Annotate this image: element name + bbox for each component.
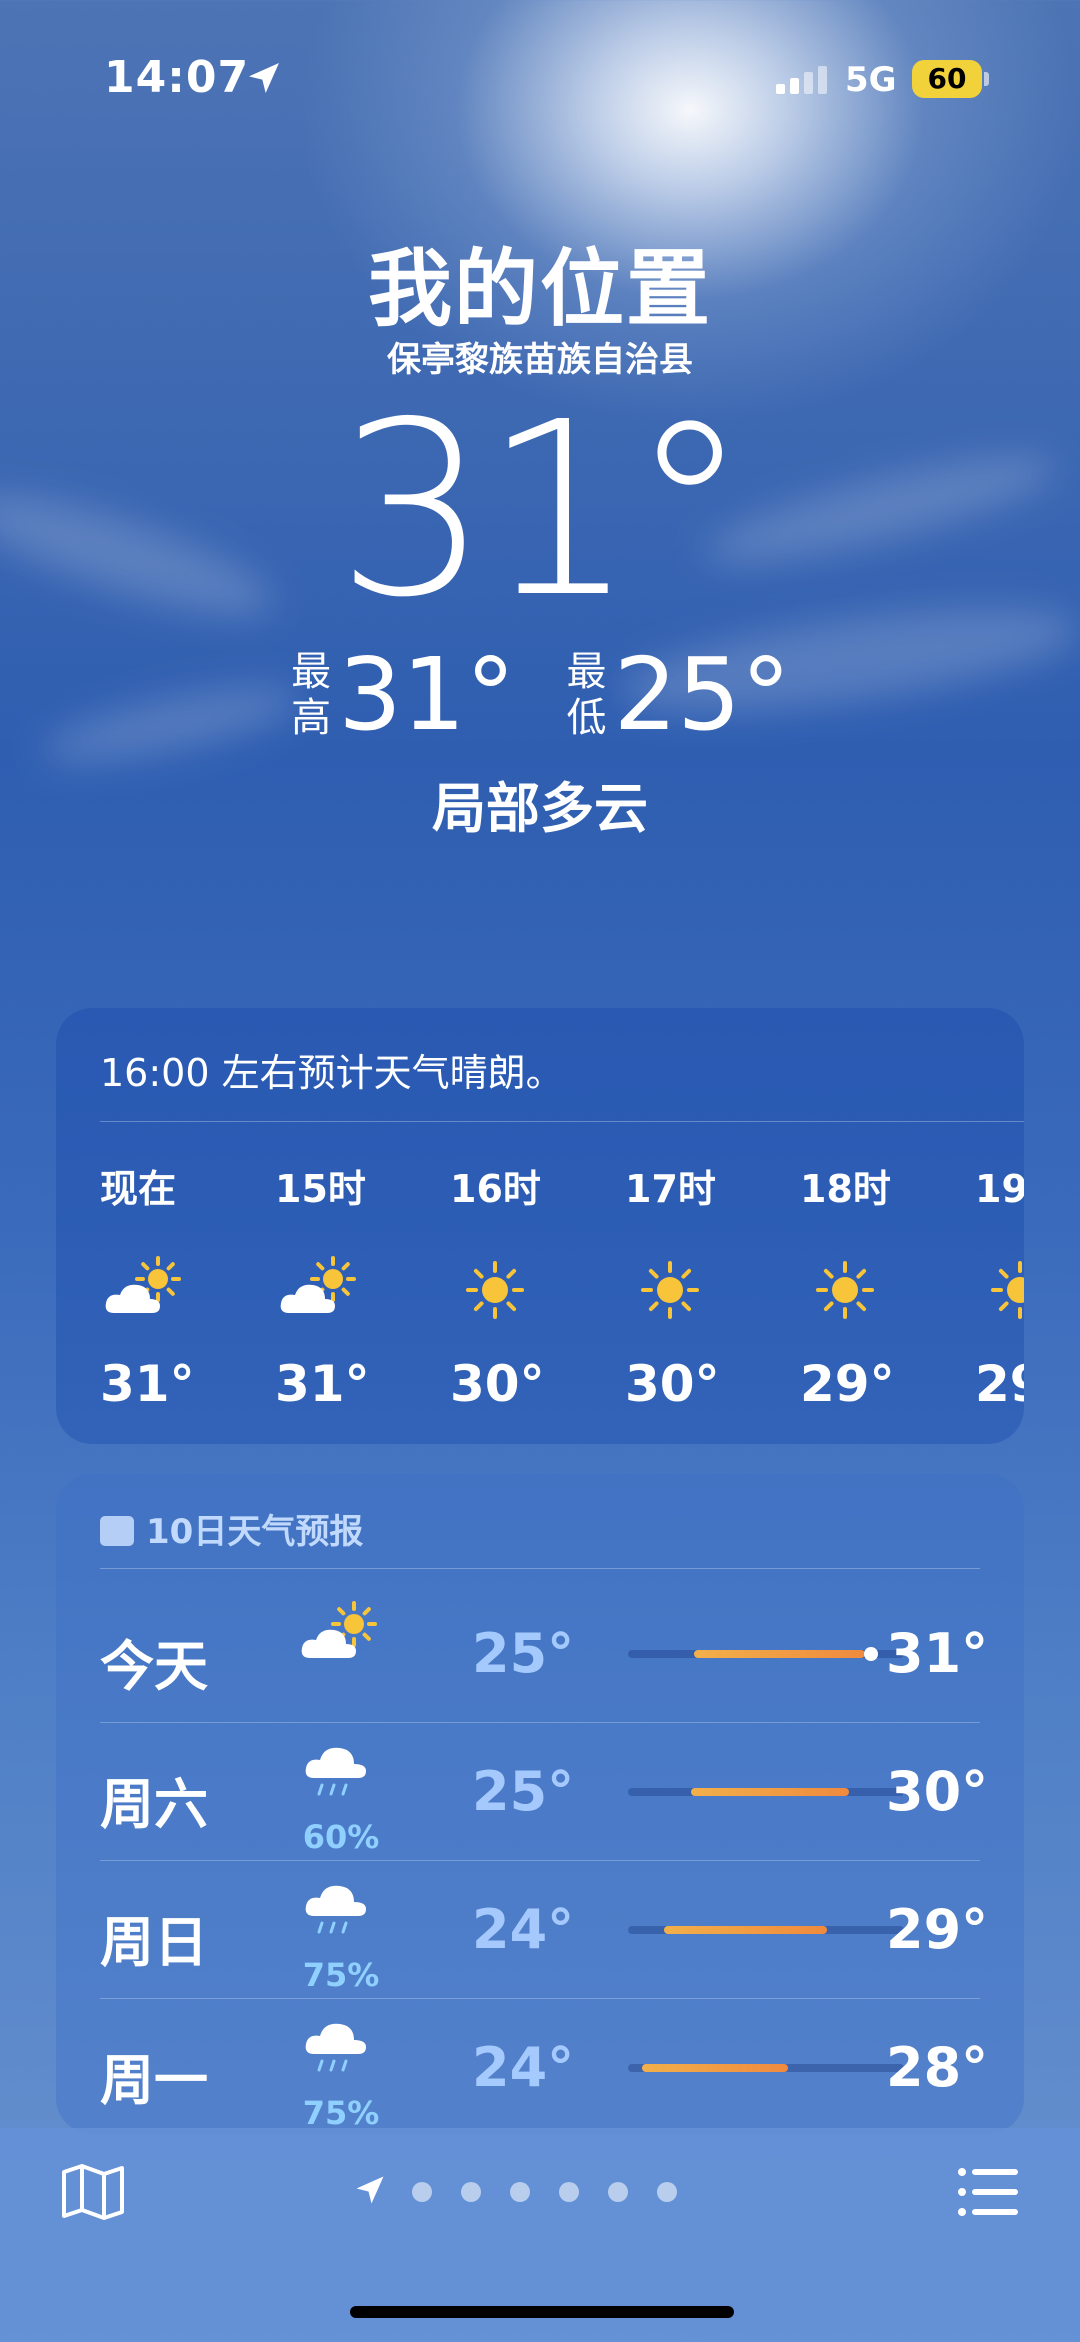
hour-item: 19时 29 xyxy=(975,1158,1024,1413)
current-temp-dot xyxy=(863,1647,878,1661)
temp-range-bar xyxy=(628,1926,904,1934)
day-low: 24° xyxy=(472,1898,575,1961)
hour-item: 18时 29° xyxy=(800,1158,950,1413)
divider xyxy=(100,1568,980,1569)
day-row[interactable]: 周一 75% 24° 28° xyxy=(56,1998,988,2134)
day-row[interactable]: 周日 75% 24° 29° xyxy=(56,1860,988,1998)
hour-time: 15时 xyxy=(275,1167,366,1211)
hour-item: 现在 31° xyxy=(100,1158,250,1413)
day-low: 24° xyxy=(472,2036,575,2099)
hour-time: 16时 xyxy=(450,1167,541,1211)
hour-temp: 30° xyxy=(625,1355,720,1413)
day-name: 周日 xyxy=(100,1911,208,1974)
hour-temp: 31° xyxy=(100,1355,195,1413)
low-temperature: 25° xyxy=(613,636,791,753)
temp-range-bar xyxy=(628,2064,904,2072)
network-type: 5G xyxy=(845,60,897,100)
page-dot[interactable] xyxy=(461,2182,481,2202)
rain-cloud-icon xyxy=(305,2023,366,2072)
hour-time: 18时 xyxy=(800,1167,891,1211)
location-arrow-icon xyxy=(249,63,279,93)
sun-icon xyxy=(816,1261,874,1319)
partly-sunny-icon xyxy=(301,1601,377,1658)
day-low: 25° xyxy=(472,1760,575,1823)
current-temperature: 31° xyxy=(336,370,749,650)
hour-temp: 29 xyxy=(975,1355,1024,1413)
page-dot[interactable] xyxy=(510,2182,530,2202)
sun-icon xyxy=(641,1261,699,1319)
temp-range-fill xyxy=(691,1788,849,1796)
hour-temp: 30° xyxy=(450,1355,545,1413)
daily-header-label: 10日天气预报 xyxy=(146,1512,364,1552)
high-temperature: 31° xyxy=(338,636,516,753)
daily-forecast-card[interactable]: 10日天气预报 今天 25° 31° 周六 60% 25° 30° 周日 75% 24° 29° 周一… xyxy=(56,1474,1024,2134)
day-name: 周六 xyxy=(100,1773,208,1836)
temp-range-bar xyxy=(628,1788,904,1796)
sun-icon xyxy=(991,1261,1024,1319)
precip-chance: 75% xyxy=(302,2094,380,2132)
current-condition: 局部多云 xyxy=(432,777,648,840)
low-label: 最低 xyxy=(566,649,607,741)
clock: 14:07 xyxy=(104,52,250,103)
day-name: 今天 xyxy=(100,1635,208,1698)
daily-header: 10日天气预报 xyxy=(100,1504,363,1553)
hour-temp: 29° xyxy=(800,1355,895,1413)
current-location-icon[interactable] xyxy=(352,2172,388,2208)
calendar-icon xyxy=(100,1515,134,1546)
temp-range-fill xyxy=(641,2064,789,2072)
hour-item: 15时 31° xyxy=(275,1158,425,1413)
partly-sunny-icon xyxy=(280,1256,356,1313)
day-high: 30° xyxy=(886,1760,989,1823)
map-icon[interactable] xyxy=(60,2162,126,2222)
home-indicator[interactable] xyxy=(350,2306,734,2318)
hour-item: 17时 30° xyxy=(625,1158,775,1413)
day-row[interactable]: 周六 60% 25° 30° xyxy=(56,1722,988,1860)
hour-item: 16时 30° xyxy=(450,1158,600,1413)
hourly-summary: 16:00 左右预计天气晴朗。 xyxy=(100,1051,564,1095)
location-title: 我的位置 xyxy=(367,240,712,338)
list-icon[interactable] xyxy=(956,2164,1020,2220)
hourly-list[interactable]: 现在 31° 15时 31° 16时 30° 17时 30° 18时 29° 19时 29 xyxy=(100,1158,1024,1418)
temp-range-fill xyxy=(663,1926,827,1934)
day-high: 31° xyxy=(886,1622,989,1685)
sun-icon xyxy=(466,1261,524,1319)
divider xyxy=(100,1121,1024,1122)
day-high: 28° xyxy=(886,2036,989,2099)
day-row[interactable]: 今天 25° 31° xyxy=(56,1584,988,1722)
hour-temp: 31° xyxy=(275,1355,370,1413)
hourly-forecast-card[interactable]: 16:00 左右预计天气晴朗。 现在 31° 15时 31° 16时 30° 17时 30° 1… xyxy=(56,1008,1024,1444)
precip-chance: 60% xyxy=(302,1818,380,1856)
signal-icon xyxy=(776,64,830,94)
page-dot[interactable] xyxy=(412,2182,432,2202)
partly-sunny-icon xyxy=(105,1256,181,1313)
hour-time: 19时 xyxy=(975,1167,1024,1211)
temp-range-fill xyxy=(694,1650,866,1658)
page-dot[interactable] xyxy=(559,2182,579,2202)
hour-time: 17时 xyxy=(625,1167,716,1211)
temp-range-bar xyxy=(628,1647,904,1661)
page-dot[interactable] xyxy=(608,2182,628,2202)
status-bar: 14:07 5G 60 xyxy=(0,50,1080,110)
high-low: 最高 31° 最低 25° xyxy=(0,640,1080,750)
precip-chance: 75% xyxy=(302,1956,380,1994)
page-dot[interactable] xyxy=(657,2182,677,2202)
hour-time: 现在 xyxy=(100,1167,177,1211)
day-name: 周一 xyxy=(100,2049,208,2112)
day-high: 29° xyxy=(886,1898,989,1961)
rain-cloud-icon xyxy=(305,1885,366,1934)
battery-icon: 60 xyxy=(912,60,982,98)
battery-tip xyxy=(984,72,989,86)
rain-cloud-icon xyxy=(305,1747,366,1796)
day-low: 25° xyxy=(472,1622,575,1685)
high-label: 最高 xyxy=(291,649,332,741)
